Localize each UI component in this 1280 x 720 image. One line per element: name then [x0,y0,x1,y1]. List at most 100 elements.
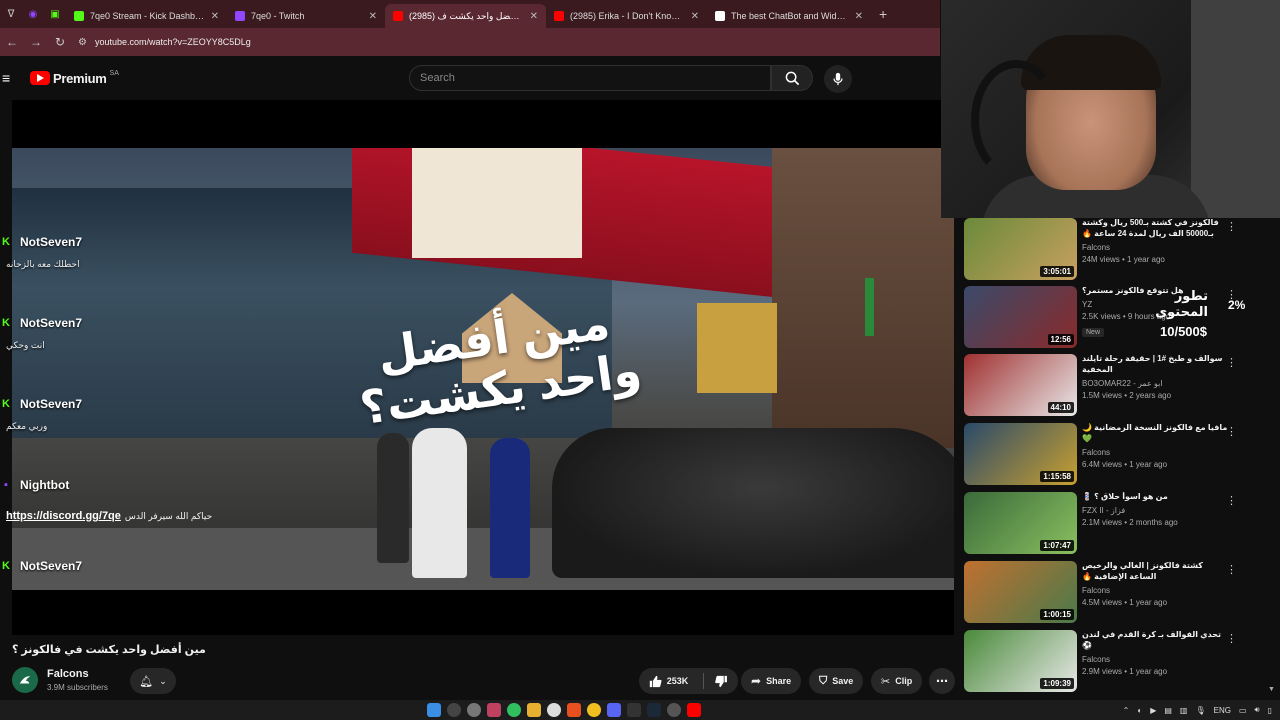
chat-text: وربي معكم [6,421,48,431]
close-icon[interactable]: ✕ [211,11,219,22]
browser-tab[interactable]: (2985) مين أفضل واحد يكشت ف... ✕ [385,4,546,28]
chrome-icon[interactable] [587,703,601,717]
video-thumbnail[interactable]: 1:00:15 [964,561,1077,623]
volume-icon[interactable]: 🔊︎ [1255,705,1260,715]
video-thumbnail[interactable]: 3:05:01 [964,218,1077,280]
recommendation-views: 6.4M views • 1 year ago [1082,459,1168,469]
channel-avatar[interactable] [12,667,38,693]
recommendation-item[interactable]: 1:15:58 مافيا مع فالكونز النسخة الرمضانية… [964,423,1264,485]
close-icon[interactable]: ✕ [530,11,538,22]
recommendation-channel[interactable]: FZX II - فزاز [1082,506,1232,515]
video-frame: مين أفضل واحد يكشت؟ [12,148,954,590]
recommendation-item[interactable]: 1:00:15 كشتة فالكونز | الغالي والرخيص الس… [964,561,1264,623]
microphone-icon[interactable]: 🎙︎ [1195,706,1205,715]
brave-icon[interactable] [567,703,581,717]
channel-name[interactable]: Falcons [47,668,108,680]
save-button[interactable]: ⛉ Save [809,668,864,694]
app-icon[interactable] [507,703,521,717]
steam-icon[interactable] [647,703,661,717]
close-icon[interactable]: ✕ [369,11,377,22]
browser-tab[interactable]: The best ChatBot and Widgets ✕ [707,4,871,28]
app-icon[interactable] [547,703,561,717]
menu-icon[interactable]: ≡ [2,70,16,86]
recommendation-item[interactable]: 3:05:01 فالكونز في كشتة بـ500 ريال وكشتة … [964,218,1264,280]
recommendation-item[interactable]: 44:10 سوالف و طبخ #1 | حقيقة رحلة تايلند … [964,354,1264,416]
site-info-icon[interactable]: ⚙ [78,37,87,48]
share-button[interactable]: ➦ Share [741,668,802,694]
discord-link[interactable]: https://discord.gg/7qe [6,510,121,522]
more-options-icon[interactable]: ⋮ [1226,494,1237,507]
video-thumbnail[interactable]: 1:07:47 [964,492,1077,554]
video-player[interactable]: مين أفضل واحد يكشت؟ [12,100,954,635]
reload-icon[interactable]: ↻ [48,35,72,49]
forward-icon[interactable]: → [24,35,48,49]
thumbs-down-icon[interactable] [715,675,728,688]
new-tab-button[interactable]: + [879,6,887,22]
video-thumbnail[interactable]: 1:15:58 [964,423,1077,485]
browser-tab[interactable]: 7qe0 - Twitch ✕ [227,4,385,28]
chat-message: K NotSeven7 انت وحكي [0,316,82,351]
tray-icon[interactable]: ▶ [1150,706,1156,715]
tray-icon[interactable]: ▥ [1180,706,1188,715]
close-icon[interactable]: ✕ [691,11,699,22]
battery-icon[interactable]: ▯ [1268,706,1272,715]
subscriber-count: 3.9M subscribers [47,683,108,692]
recommendation-channel[interactable]: Falcons [1082,448,1232,457]
more-options-icon[interactable]: ⋮ [1226,425,1237,438]
video-thumbnail[interactable]: 12:56 [964,286,1077,348]
voice-search-button[interactable] [824,65,852,93]
video-thumbnail[interactable]: 44:10 [964,354,1077,416]
recommendation-channel[interactable]: Falcons [1082,586,1232,595]
recommendation-title[interactable]: كشتة فالكونز | الغالي والرخيص الساعة الإ… [1082,561,1232,583]
recommendation-channel[interactable]: BO3OMAR22 - ابو عمر [1082,379,1232,388]
browser-tab[interactable]: (2985) Erika - I Don't Know [Offi... ✕ [546,4,707,28]
scroll-down-icon[interactable]: ▼ [1268,686,1275,693]
recommendation-views: 24M views • 1 year ago [1082,254,1165,264]
more-options-icon[interactable]: ⋮ [1226,632,1237,645]
video-duration: 1:07:47 [1040,540,1074,551]
youtube-icon[interactable] [687,703,701,717]
network-icon[interactable]: ▭ [1239,706,1247,715]
obs-icon[interactable] [667,703,681,717]
clip-button[interactable]: ✂ Clip [871,668,923,694]
language-indicator[interactable]: ENG [1214,706,1231,715]
url-field[interactable]: youtube.com/watch?v=ZEOYY8C5DLg [95,37,251,47]
thumbs-up-icon [649,675,662,687]
recommendation-channel[interactable]: Falcons [1082,243,1232,252]
youtube-logo[interactable]: Premium SA [30,70,119,86]
settings-icon[interactable] [467,703,481,717]
system-tray: ⌃ ◐ ▶ ▤ ▥ 🎙︎ ENG ▭ 🔊︎ ▯ [1123,705,1272,715]
back-icon[interactable]: ← [0,35,24,49]
app-icon[interactable] [487,703,501,717]
tray-chevron-icon[interactable]: ⌃ [1123,706,1130,715]
recommendation-item[interactable]: 1:07:47 من هو اسوأ حلاق ؟ 💈 FZX II - فزاز 2… [964,492,1264,554]
tray-icon[interactable]: ◐ [1137,706,1142,715]
browser-tab[interactable]: 7qe0 Stream - Kick Dashboard ✕ [66,4,227,28]
recommendation-channel[interactable]: Falcons [1082,655,1232,664]
discord-icon[interactable] [607,703,621,717]
recommendation-item[interactable]: 1:09:39 تحدي الفوالف بـ كرة القدم في لندن… [964,630,1264,692]
more-options-icon[interactable]: ⋮ [1226,356,1237,369]
profile-icon[interactable]: ◉ [22,0,44,28]
search-icon[interactable] [447,703,461,717]
recommendation-title[interactable]: سوالف و طبخ #1 | حقيقة رحلة تايلند المخف… [1082,354,1232,376]
more-options-icon[interactable]: ⋮ [1226,220,1237,233]
windows-start-icon[interactable] [427,703,441,717]
search-button[interactable] [771,65,813,91]
recommendation-title[interactable]: تحدي الفوالف بـ كرة القدم في لندن ⚽ [1082,630,1232,652]
video-thumbnail[interactable]: 1:09:39 [964,630,1077,692]
recommendation-title[interactable]: فالكونز في كشتة بـ500 ريال وكشتة بـ50000… [1082,218,1232,240]
search-input[interactable]: Search [409,65,771,91]
recommendation-title[interactable]: من هو اسوأ حلاق ؟ 💈 [1082,492,1232,503]
recommendation-title[interactable]: مافيا مع فالكونز النسخة الرمضانية 🌙 💚 [1082,423,1232,445]
close-icon[interactable]: ✕ [855,11,863,22]
extension-icon[interactable]: ▣ [44,0,66,28]
like-button[interactable]: 253K [639,668,738,694]
more-actions-button[interactable]: ⋯ [929,668,955,694]
notification-bell-button[interactable]: 🔔︎ ⌄ [130,668,176,694]
tray-icon[interactable]: ▤ [1164,706,1172,715]
folder-icon[interactable] [527,703,541,717]
more-options-icon[interactable]: ⋮ [1226,563,1237,576]
tab-search-icon[interactable]: ᐁ [0,0,22,28]
terminal-icon[interactable] [627,703,641,717]
